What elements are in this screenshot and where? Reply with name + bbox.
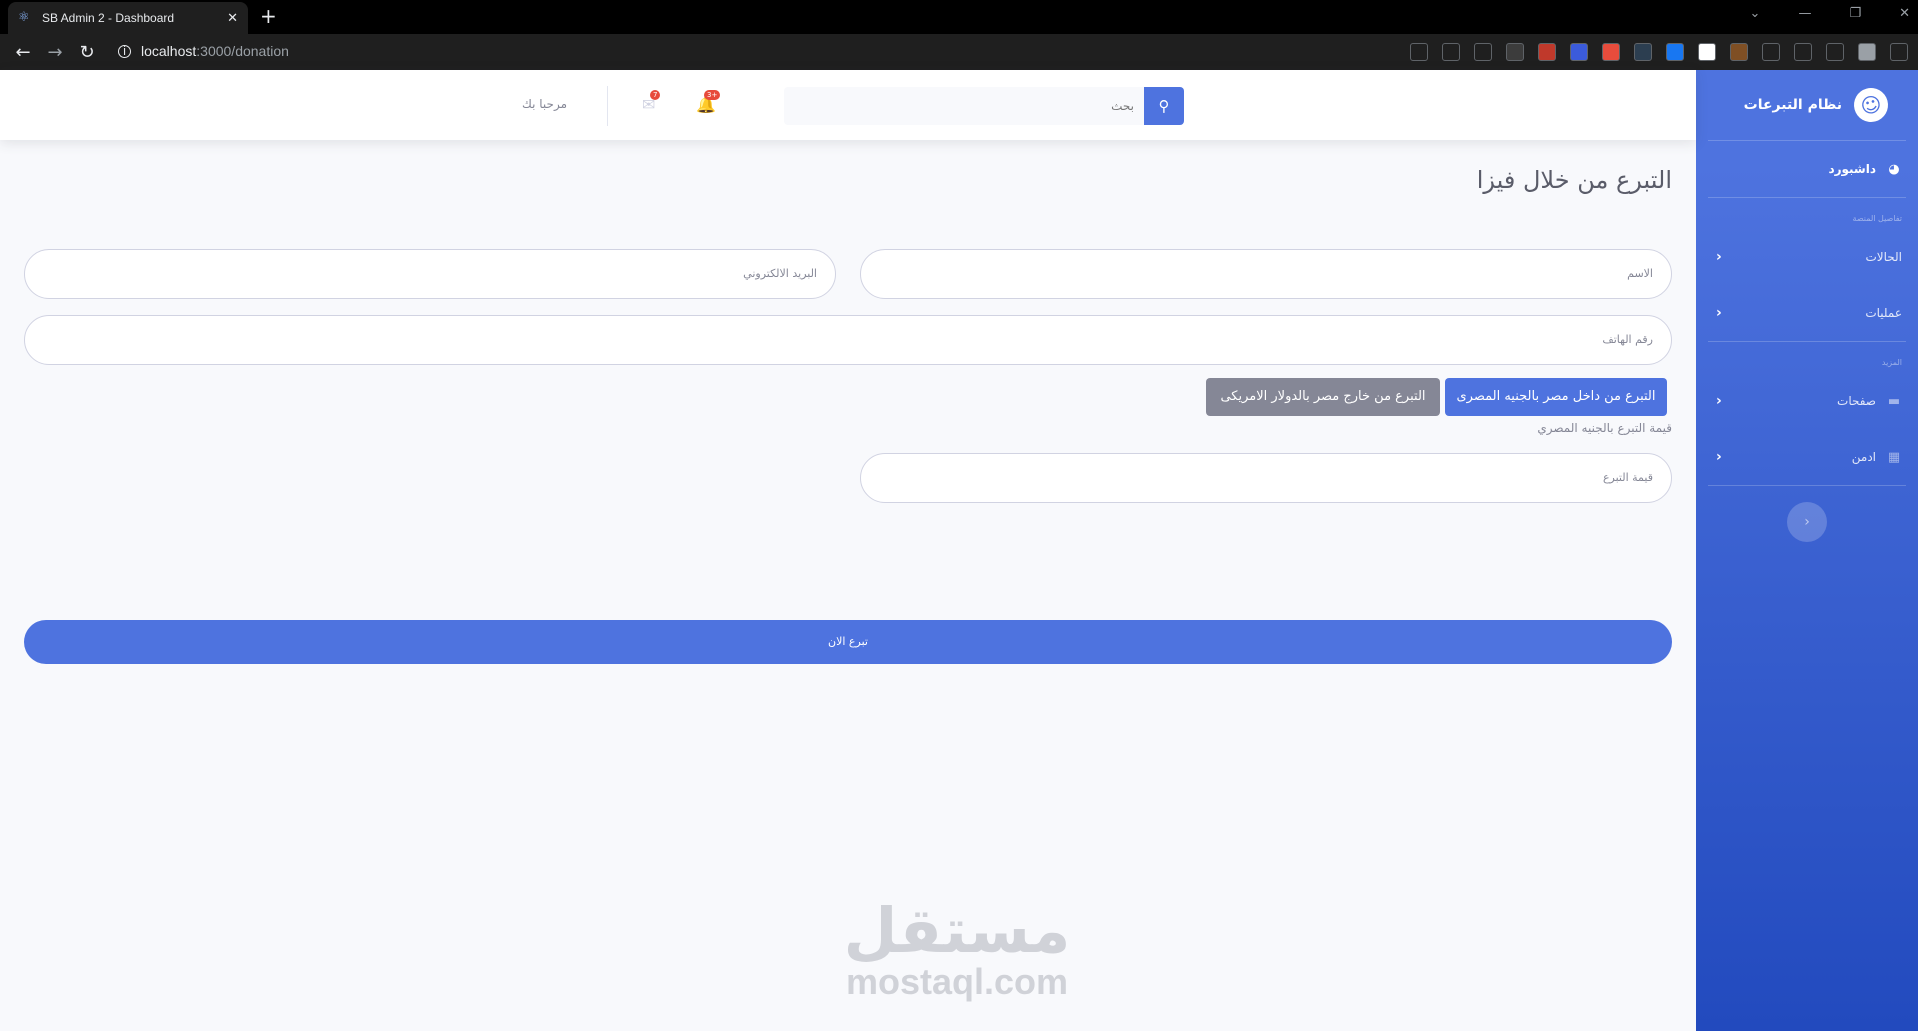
star-icon[interactable] — [1474, 43, 1492, 61]
donate-now-button[interactable]: تبرع الان — [24, 620, 1672, 664]
sidebar-item-dashboard[interactable]: ◕ داشبورد — [1696, 141, 1918, 197]
check-ext-icon[interactable] — [1570, 43, 1588, 61]
watermark: مستقل mostaql.com — [842, 900, 1072, 1002]
sidebar-brand[interactable]: ☺ نظام التبرعات — [1696, 70, 1918, 140]
sidebar-item-label: عمليات — [1865, 306, 1902, 320]
sidebar-item-admin[interactable]: ▦ ادمن ‹ — [1696, 429, 1918, 485]
app-page: ☺ نظام التبرعات ◕ داشبورد تفاصيل المنصة … — [0, 70, 1918, 1031]
sidebar-item-label: صفحات — [1837, 394, 1876, 408]
donate-egp-button[interactable]: التبرع من داخل مصر بالجنيه المصرى — [1445, 378, 1667, 416]
react-favicon-icon: ⚛ — [18, 10, 30, 25]
sidebar-item-label: الحالات — [1865, 250, 1902, 264]
new-tab-button[interactable]: + — [260, 6, 277, 26]
watermark-latin: mostaql.com — [845, 961, 1069, 1002]
window-controls: ⌄ — ❐ ✕ — [1750, 6, 1910, 21]
url-host: localhost — [141, 43, 197, 59]
reload-icon[interactable]: ↻ — [78, 42, 96, 63]
alerts-dropdown[interactable]: 🔔 3+ — [696, 90, 721, 114]
watermark-arabic: مستقل — [843, 894, 1071, 967]
chevron-left-icon: ‹ — [1716, 393, 1722, 409]
search-input[interactable] — [784, 87, 1144, 125]
browser-toolbar: ← → ↻ i localhost:3000/donation — [0, 34, 1918, 70]
target-ext-icon[interactable] — [1634, 43, 1652, 61]
back-icon[interactable]: ← — [14, 42, 32, 63]
share-icon[interactable] — [1442, 43, 1460, 61]
minimize-icon[interactable]: — — [1798, 6, 1811, 21]
chevron-left-icon: ‹ — [1716, 305, 1722, 321]
cookie-ext-icon[interactable] — [1730, 43, 1748, 61]
search-form: ⚲ — [784, 87, 1184, 125]
sidebar-item-label: داشبورد — [1828, 162, 1876, 176]
sidebar-heading: المزيد — [1881, 358, 1902, 367]
close-window-icon[interactable]: ✕ — [1899, 6, 1910, 21]
browser-tab[interactable]: ⚛ SB Admin 2 - Dashboard ✕ — [8, 2, 248, 34]
sidebar: ☺ نظام التبرعات ◕ داشبورد تفاصيل المنصة … — [1696, 70, 1918, 1031]
fb-ext-icon[interactable] — [1666, 43, 1684, 61]
puzzle-icon[interactable] — [1762, 43, 1780, 61]
sidebar-toggle-button[interactable]: ‹ — [1787, 502, 1827, 542]
sidebar-item-pages[interactable]: ▬ صفحات ‹ — [1696, 373, 1918, 429]
extensions-area — [1410, 43, 1908, 61]
chevron-left-icon: ‹ — [1716, 449, 1722, 465]
restore-icon[interactable]: ❐ — [1849, 6, 1861, 21]
name-field[interactable]: الاسم — [860, 249, 1672, 299]
user-greeting[interactable]: مرحبا بك — [522, 97, 567, 111]
laugh-wink-icon: ☺ — [1850, 84, 1892, 126]
messages-badge: 7 — [650, 90, 661, 100]
profile-avatar-icon[interactable] — [1858, 43, 1876, 61]
menu-kebab-icon[interactable] — [1890, 43, 1908, 61]
sidebar-item-operations[interactable]: عمليات ‹ — [1696, 285, 1918, 341]
tachometer-icon: ◕ — [1888, 161, 1900, 177]
messages-dropdown[interactable]: ✉ 7 — [642, 90, 661, 114]
sidebar-heading: تفاصيل المنصة — [1852, 214, 1902, 223]
chevron-left-icon: ‹ — [1716, 249, 1722, 265]
search-button[interactable]: ⚲ — [1144, 87, 1184, 125]
note-ext-icon[interactable] — [1698, 43, 1716, 61]
topbar: ⚲ 🔔 3+ ✉ 7 مرحبا بك — [0, 70, 1696, 140]
address-bar[interactable]: i localhost:3000/donation — [118, 43, 289, 59]
downloads-icon[interactable] — [1794, 43, 1812, 61]
amount-field[interactable]: قيمة التبرع — [860, 453, 1672, 503]
glasses-ext-icon[interactable] — [1506, 43, 1524, 61]
sidebar-divider — [1708, 485, 1906, 486]
donate-usd-button[interactable]: التبرع من خارج مصر بالدولار الامريكى — [1206, 378, 1440, 416]
sidebar-item-label: ادمن — [1851, 450, 1876, 464]
tab-title: SB Admin 2 - Dashboard — [42, 11, 175, 25]
email-field[interactable]: البريد الالكتروني — [24, 249, 836, 299]
sidepanel-icon[interactable] — [1826, 43, 1844, 61]
site-info-icon[interactable]: i — [118, 44, 131, 58]
download-icon[interactable] — [1410, 43, 1428, 61]
url-path: :3000/donation — [196, 43, 289, 59]
amount-label: قيمة التبرع بالجنيه المصري — [1537, 421, 1672, 435]
phone-field[interactable]: رقم الهاتف — [24, 315, 1672, 365]
brand-title: نظام التبرعات — [1743, 97, 1842, 113]
sidebar-item-cases[interactable]: الحالات ‹ — [1696, 229, 1918, 285]
tab-search-icon[interactable]: ⌄ — [1750, 6, 1761, 21]
table-icon: ▦ — [1887, 449, 1901, 465]
topbar-divider — [607, 86, 608, 126]
search-icon: ⚲ — [1158, 97, 1170, 115]
camera-ext-icon[interactable] — [1602, 43, 1620, 61]
adblock-ext-icon[interactable] — [1538, 43, 1556, 61]
alerts-badge: 3+ — [704, 90, 721, 100]
tab-close-icon[interactable]: ✕ — [227, 11, 238, 26]
folder-icon: ▬ — [1887, 393, 1901, 409]
browser-tabbar: ⚛ SB Admin 2 - Dashboard ✕ + ⌄ — ❐ ✕ — [0, 0, 1918, 34]
page-title: التبرع من خلال فيزا — [1476, 166, 1672, 194]
forward-icon[interactable]: → — [46, 42, 64, 63]
